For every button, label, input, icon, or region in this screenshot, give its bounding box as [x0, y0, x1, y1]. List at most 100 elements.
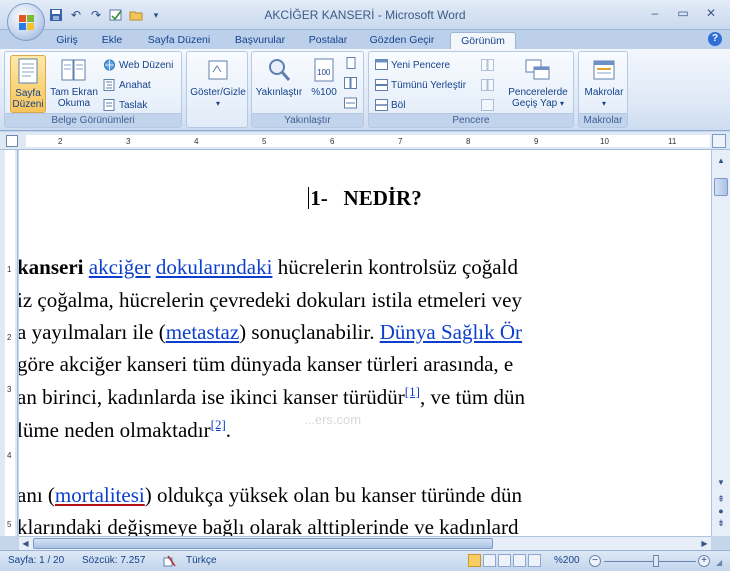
yeni-pencere-button[interactable]: Yeni Pencere: [375, 57, 450, 73]
watermark-text: ...ers.com: [304, 412, 362, 427]
ruler-number: 2: [58, 137, 63, 146]
page-width-button[interactable]: [344, 95, 357, 111]
tam-ekran-label: Tam Ekran Okuma: [50, 87, 98, 109]
sayfa-duzeni-label: Sayfa Düzeni: [12, 88, 44, 110]
window-title: AKCİĞER KANSERİ - Microsoft Word: [264, 8, 466, 22]
goster-gizle-button[interactable]: Göster/Gizle ▾: [190, 55, 246, 109]
ruler-number: 5: [7, 520, 12, 529]
full-screen-view-icon[interactable]: [483, 554, 496, 567]
two-pages-button[interactable]: [344, 75, 357, 91]
resize-grip-icon[interactable]: ◢: [716, 558, 722, 567]
group-makrolar: Makrolar ▾ Makrolar: [578, 51, 628, 128]
tab-basvurular[interactable]: Başvurular: [229, 32, 291, 49]
tab-gorunum[interactable]: Görünüm: [450, 32, 516, 49]
new-window-icon: [375, 59, 388, 70]
ruler-number: 7: [398, 137, 403, 146]
word-count[interactable]: Sözcük: 7.257: [82, 555, 145, 566]
web-layout-view-icon[interactable]: [498, 554, 511, 567]
one-page-button[interactable]: [344, 55, 357, 71]
yakinlastir-button[interactable]: Yakınlaştır: [254, 55, 304, 98]
link-metastaz[interactable]: metastaz: [166, 320, 239, 344]
scroll-up-icon[interactable]: ▲: [714, 154, 728, 168]
tab-selector-icon[interactable]: [6, 135, 18, 147]
draft-view-icon[interactable]: [528, 554, 541, 567]
tam-ekran-okuma-button[interactable]: Tam Ekran Okuma: [49, 55, 99, 109]
close-button[interactable]: ✕: [698, 4, 724, 22]
browse-object-icon[interactable]: ●: [717, 506, 725, 516]
tumunu-yerlestir-label: Tümünü Yerleştir: [391, 79, 467, 91]
group-label-makrolar: Makrolar: [579, 113, 627, 127]
language-indicator[interactable]: Türkçe: [186, 555, 217, 566]
horizontal-scroll-thumb[interactable]: [33, 538, 493, 549]
ruler-number: 3: [7, 385, 12, 394]
text-span: .: [225, 418, 232, 442]
reset-window-button[interactable]: [481, 97, 494, 113]
restore-button[interactable]: ▭: [670, 4, 696, 22]
pencerelerde-gecis-button[interactable]: Pencerelerde Geçiş Yap ▾: [505, 55, 571, 109]
help-icon[interactable]: ?: [708, 32, 722, 46]
horizontal-scrollbar[interactable]: ◀ ▶: [19, 536, 711, 550]
switch-windows-icon: [524, 55, 552, 85]
office-button[interactable]: [7, 3, 45, 41]
text-span: lümе neden olmaktadır: [19, 418, 211, 442]
vertical-ruler-strip: [5, 150, 15, 536]
group-pencere: Yeni Pencere Tümünü Yerleştir Böl Pencer…: [368, 51, 574, 128]
web-duzeni-button[interactable]: Web Düzeni: [103, 57, 173, 73]
tab-sayfa-duzeni[interactable]: Sayfa Düzeni: [146, 32, 212, 49]
link-akciger[interactable]: akciğer: [89, 255, 151, 279]
zoom-slider-track[interactable]: [604, 561, 696, 562]
zoom-in-icon[interactable]: +: [698, 555, 710, 567]
bol-button[interactable]: Böl: [375, 97, 405, 113]
tab-ekle[interactable]: Ekle: [97, 32, 127, 49]
side-by-side-button[interactable]: [481, 57, 494, 73]
ruler-number: 9: [534, 137, 539, 146]
link-dunya-saglik[interactable]: Dünya Sağlık Ör: [380, 320, 522, 344]
horizontal-ruler[interactable]: [0, 132, 730, 150]
zoom-slider-handle[interactable]: [653, 555, 659, 567]
group-label-pencere: Pencere: [369, 113, 573, 127]
scroll-down-icon[interactable]: ▼: [714, 476, 728, 490]
text-span: a yayılmaları ile (: [19, 320, 166, 344]
minimize-button[interactable]: –: [642, 4, 668, 22]
print-layout-view-icon[interactable]: [468, 554, 481, 567]
previous-page-icon[interactable]: ⇞: [717, 494, 725, 505]
vertical-scrollbar[interactable]: ▲ ▼ ⇞ ● ⇟: [711, 150, 730, 536]
makrolar-btn-label: Makrolar: [584, 87, 624, 98]
zoom-out-icon[interactable]: −: [589, 555, 601, 567]
ruler-number: 2: [7, 333, 12, 342]
document-page[interactable]: 1- NEDİR? kanseri akciğer dokularındaki …: [19, 150, 711, 536]
scroll-left-icon[interactable]: ◀: [19, 537, 32, 550]
next-page-icon[interactable]: ⇟: [717, 518, 725, 529]
text-span: anı (: [19, 483, 55, 507]
footnote-ref-1[interactable]: [1]: [405, 384, 420, 399]
tab-gozden-gecir[interactable]: Gözden Geçir: [368, 32, 436, 49]
proofing-icon[interactable]: [162, 555, 176, 571]
ruler-number: 5: [262, 137, 267, 146]
ruler-number: 11: [668, 137, 677, 146]
tab-giris[interactable]: Giriş: [52, 32, 82, 49]
zoom-100-button[interactable]: 100 %100: [308, 55, 340, 98]
footnote-ref-2[interactable]: [2]: [211, 417, 226, 432]
sayfa-duzeni-button[interactable]: Sayfa Düzeni: [10, 55, 46, 113]
tab-postalar[interactable]: Postalar: [305, 32, 351, 49]
outline-view-icon[interactable]: [513, 554, 526, 567]
anahat-button[interactable]: Anahat: [103, 77, 151, 93]
makrolar-button[interactable]: Makrolar ▾: [581, 55, 627, 109]
paragraph-line: an birinci, kadınlarda ise ikinci kanser…: [19, 384, 525, 410]
goster-gizle-label: Göster/Gizle: [190, 87, 246, 98]
sync-scroll-button[interactable]: [481, 77, 494, 93]
heading-text: NEDİR?: [343, 186, 422, 210]
scroll-right-icon[interactable]: ▶: [698, 537, 711, 550]
link-dokularindaki[interactable]: dokularındaki: [156, 255, 273, 279]
taslak-button[interactable]: Taslak: [103, 97, 147, 113]
zoom-level[interactable]: %200: [554, 555, 580, 566]
link-mortalitesi[interactable]: mortalitesi: [55, 483, 145, 507]
view-ruler-icon[interactable]: [712, 134, 726, 148]
group-belge-gorunumleri: Sayfa Düzeni Tam Ekran Okuma Web Düzeni …: [4, 51, 182, 128]
ruler-number: 4: [194, 137, 199, 146]
tumunu-yerlestir-button[interactable]: Tümünü Yerleştir: [375, 77, 466, 93]
page-count[interactable]: Sayfa: 1 / 20: [8, 555, 64, 566]
ruler-number: 8: [466, 137, 471, 146]
vertical-scroll-thumb[interactable]: [714, 178, 728, 196]
yakinlastir-label: Yakınlaştır: [255, 87, 303, 98]
